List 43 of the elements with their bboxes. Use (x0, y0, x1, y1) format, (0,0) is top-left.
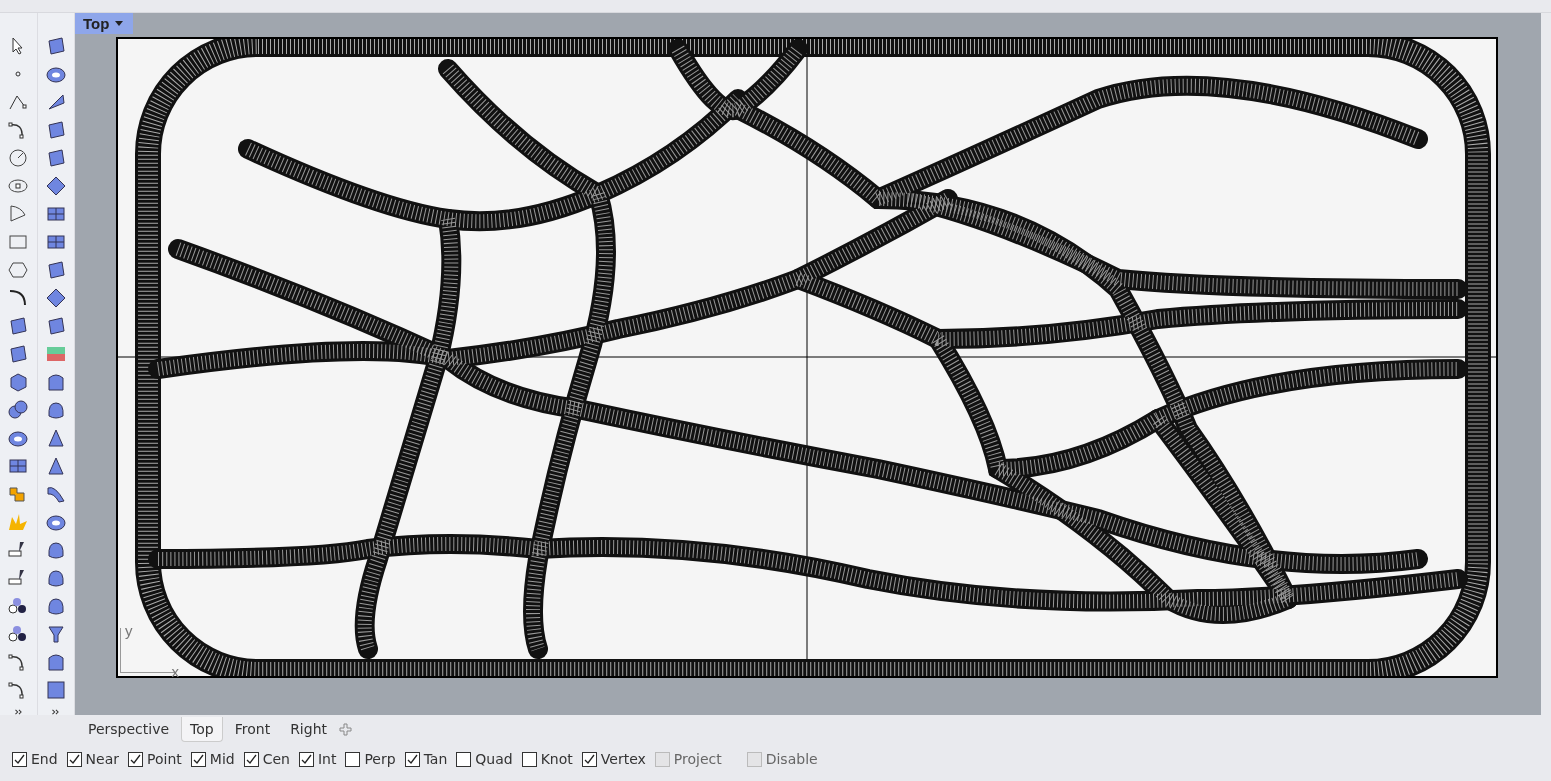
double-chevron-icon[interactable] (51, 709, 61, 715)
surface-icon[interactable] (7, 315, 30, 337)
checkbox-label: Near (85, 751, 120, 767)
checkbox-label: Tan (423, 751, 448, 767)
checkbox-label: Disable (765, 751, 818, 767)
checkbox[interactable] (345, 751, 361, 767)
circle-icon[interactable] (7, 147, 30, 169)
checkbox-label: Project (673, 751, 722, 767)
diamond-icon[interactable] (44, 175, 67, 197)
checkbox-label: End (31, 751, 58, 767)
square-icon[interactable] (44, 679, 67, 701)
checkbox[interactable] (521, 751, 537, 767)
axis-label: x (171, 663, 179, 680)
viewport-title[interactable]: Top (75, 13, 133, 34)
caret-icon[interactable] (115, 21, 124, 26)
checkbox-label: Point (147, 751, 182, 767)
checkbox[interactable] (66, 751, 82, 767)
checkbox[interactable] (12, 751, 27, 767)
checkbox[interactable] (243, 751, 259, 767)
checkbox[interactable] (128, 751, 144, 767)
checkbox-label: Cen (262, 751, 290, 767)
view-tab[interactable]: Perspective (80, 717, 178, 741)
checkbox[interactable] (456, 751, 472, 767)
view-tab[interactable]: Front (226, 717, 279, 741)
checkbox-label: Vertex (600, 751, 646, 767)
checkbox[interactable] (190, 751, 206, 767)
view-tab[interactable]: Top (181, 716, 223, 742)
viewport-name[interactable]: Top (83, 15, 110, 32)
checkbox-label: Int (317, 751, 337, 767)
checkbox-label: Knot (540, 751, 573, 767)
checkbox-label: Mid (209, 751, 235, 767)
checkbox[interactable] (298, 751, 314, 767)
axis-label: y (125, 622, 133, 639)
cube-icon[interactable] (7, 371, 30, 393)
view-tab[interactable]: Right (282, 717, 335, 741)
hexagon-icon[interactable] (7, 259, 30, 281)
spheres-icon[interactable] (7, 399, 30, 421)
checkbox[interactable] (581, 751, 597, 767)
checkbox-label: Perp (364, 751, 396, 767)
diamond-icon[interactable] (44, 287, 67, 309)
checkbox-label: Quad (475, 751, 513, 767)
double-chevron-icon[interactable] (13, 709, 23, 715)
checkbox[interactable] (404, 751, 420, 767)
